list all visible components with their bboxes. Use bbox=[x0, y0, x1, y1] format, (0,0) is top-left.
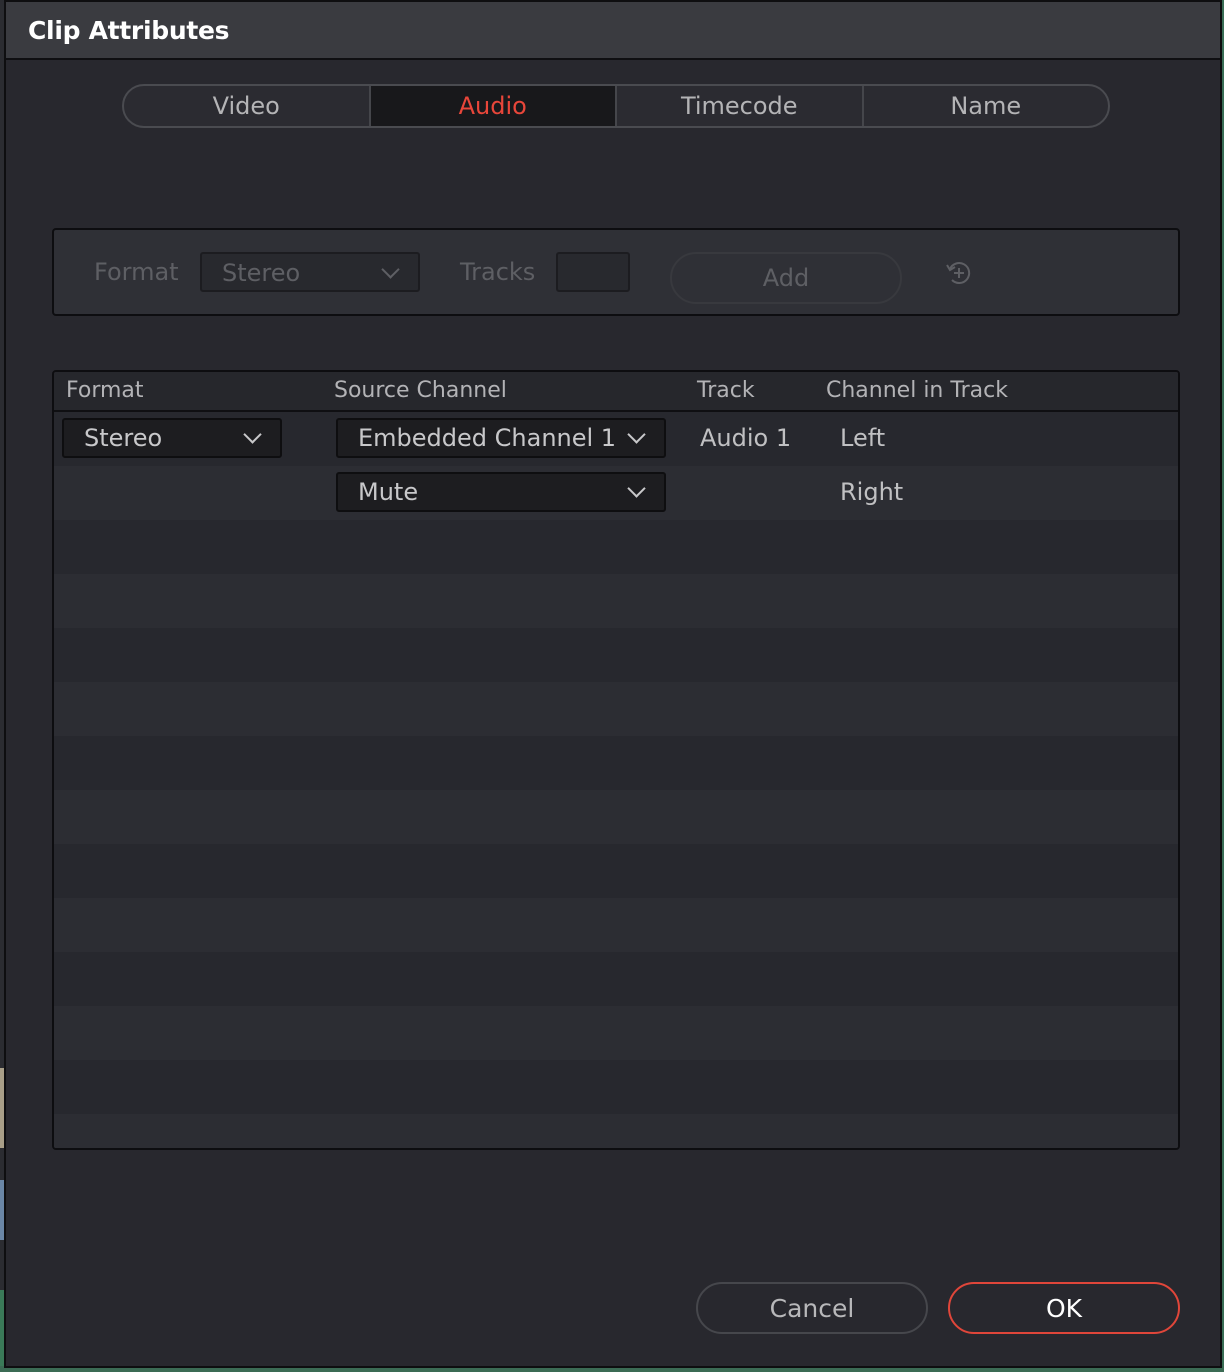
chevron-down-icon bbox=[627, 425, 646, 444]
chevron-down-icon bbox=[243, 425, 262, 444]
tab-timecode[interactable]: Timecode bbox=[617, 86, 864, 126]
table-row-empty bbox=[54, 736, 1178, 790]
dialog-title: Clip Attributes bbox=[28, 16, 230, 45]
source-channel-value: Embedded Channel 1 bbox=[358, 424, 617, 452]
column-header-channel-in-track[interactable]: Channel in Track bbox=[826, 378, 1008, 403]
table-row-empty bbox=[54, 1114, 1178, 1148]
add-format-value: Stereo bbox=[222, 259, 301, 287]
tab-bar: Video Audio Timecode Name bbox=[122, 84, 1110, 128]
table-row-empty bbox=[54, 682, 1178, 736]
column-header-track[interactable]: Track bbox=[697, 378, 755, 403]
tracks-input[interactable] bbox=[556, 252, 630, 292]
table-header: Format Source Channel Track Channel in T… bbox=[54, 372, 1178, 412]
cancel-button[interactable]: Cancel bbox=[696, 1282, 928, 1334]
format-select[interactable]: Stereo bbox=[62, 418, 282, 458]
table-row: Mute Right bbox=[54, 466, 1178, 520]
table-row-empty bbox=[54, 844, 1178, 898]
tracks-label: Tracks bbox=[460, 258, 536, 286]
table-row-empty bbox=[54, 628, 1178, 682]
table-row-empty bbox=[54, 574, 1178, 628]
source-channel-select[interactable]: Mute bbox=[336, 472, 666, 512]
add-tracks-bar: Format Stereo Tracks Add bbox=[52, 228, 1180, 316]
add-format-label: Format bbox=[94, 258, 179, 286]
clip-attributes-dialog: Clip Attributes Video Audio Timecode Nam… bbox=[4, 0, 1222, 1368]
ok-button[interactable]: OK bbox=[948, 1282, 1180, 1334]
format-select-value: Stereo bbox=[84, 424, 163, 452]
source-channel-select[interactable]: Embedded Channel 1 bbox=[336, 418, 666, 458]
channel-in-track-value: Left bbox=[840, 424, 886, 452]
table-row: Stereo Embedded Channel 1 Audio 1 Left bbox=[54, 412, 1178, 466]
dialog-titlebar[interactable]: Clip Attributes bbox=[6, 2, 1220, 60]
source-channel-value: Mute bbox=[358, 478, 419, 506]
tab-video[interactable]: Video bbox=[124, 86, 371, 126]
table-row-empty bbox=[54, 952, 1178, 1006]
tab-name[interactable]: Name bbox=[864, 86, 1109, 126]
chevron-down-icon bbox=[627, 479, 646, 498]
table-row-empty bbox=[54, 520, 1178, 574]
table-rows: Stereo Embedded Channel 1 Audio 1 Left M… bbox=[54, 412, 1178, 1148]
add-format-select[interactable]: Stereo bbox=[200, 252, 420, 292]
chevron-down-icon bbox=[381, 260, 400, 279]
table-row-empty bbox=[54, 1006, 1178, 1060]
table-row-empty bbox=[54, 1060, 1178, 1114]
column-header-source-channel[interactable]: Source Channel bbox=[334, 378, 507, 403]
track-value: Audio 1 bbox=[700, 424, 792, 452]
channel-in-track-value: Right bbox=[840, 478, 904, 506]
audio-channel-table: Format Source Channel Track Channel in T… bbox=[52, 370, 1180, 1150]
reset-add-icon[interactable] bbox=[944, 258, 974, 288]
column-header-format[interactable]: Format bbox=[66, 378, 144, 403]
tab-audio[interactable]: Audio bbox=[370, 86, 617, 126]
add-button[interactable]: Add bbox=[670, 252, 902, 304]
table-row-empty bbox=[54, 790, 1178, 844]
table-row-empty bbox=[54, 898, 1178, 952]
